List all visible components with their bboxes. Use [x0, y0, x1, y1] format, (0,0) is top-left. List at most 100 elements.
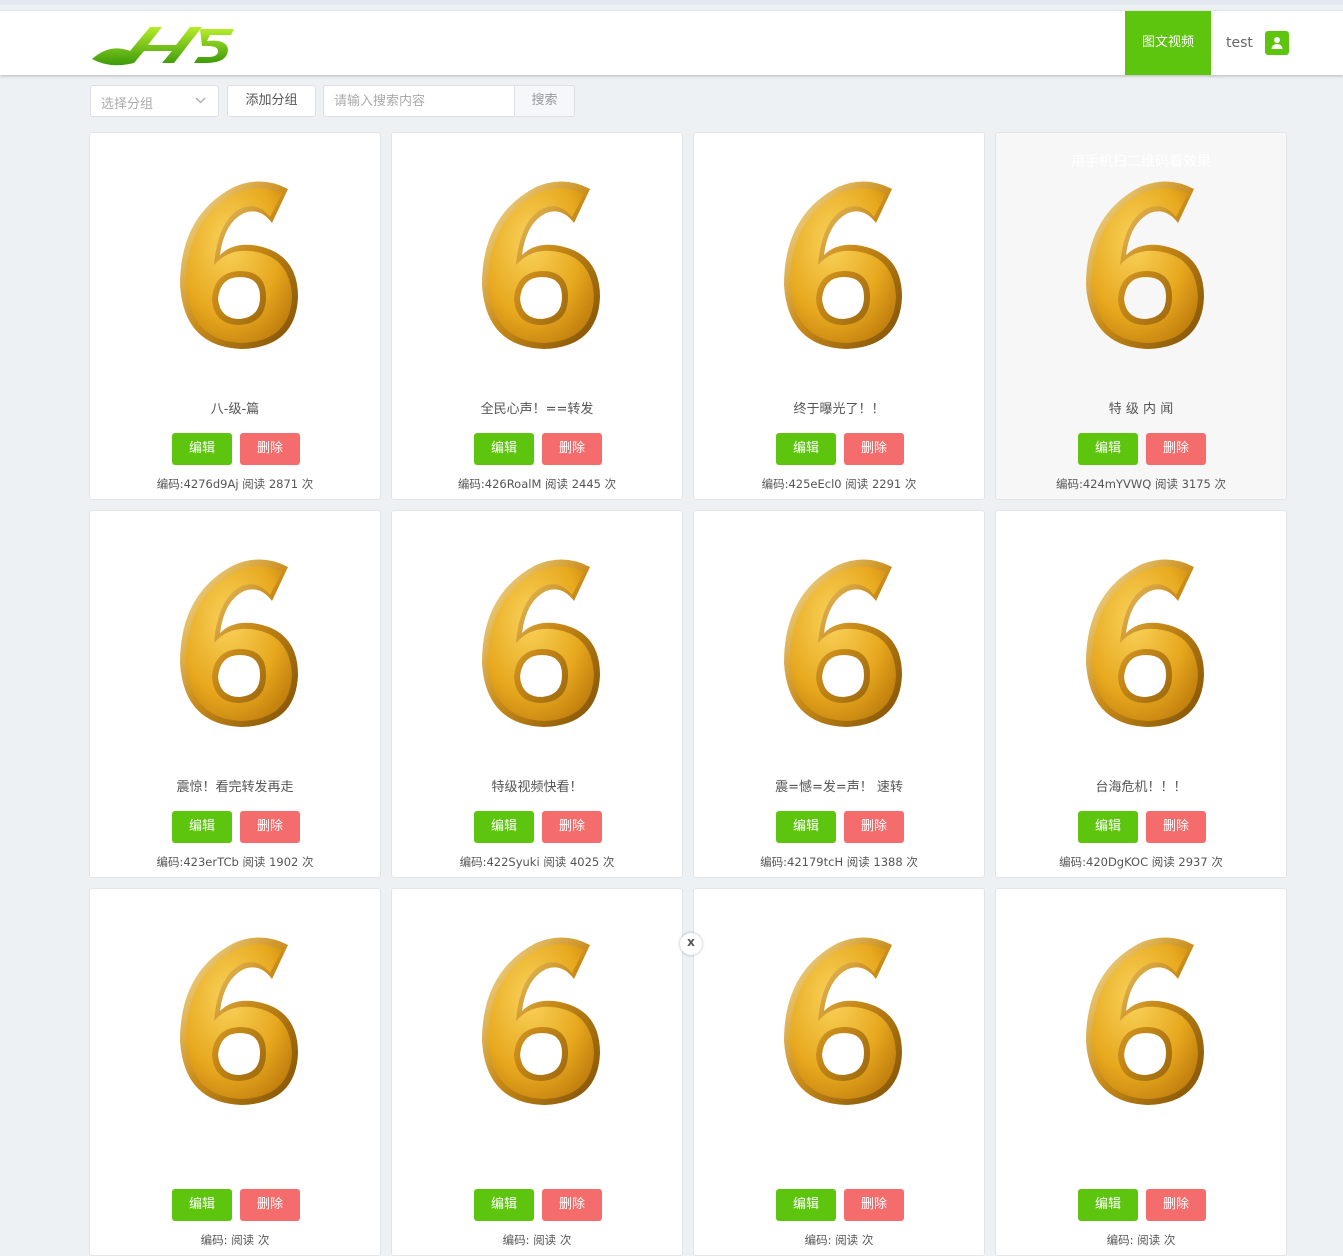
card-meta: 编码: 阅读 次	[392, 1232, 682, 1248]
group-select[interactable]: 选择分组	[90, 85, 219, 117]
read-prefix: 阅读	[846, 855, 870, 869]
delete-button[interactable]: 删除	[240, 811, 300, 843]
edit-button[interactable]: 编辑	[1078, 433, 1138, 465]
code-prefix: 编码:	[761, 477, 789, 491]
read-count: 2445	[571, 477, 601, 491]
delete-button[interactable]: 删除	[844, 1189, 904, 1221]
thumbnail-image[interactable]	[176, 555, 306, 731]
read-suffix: 次	[602, 855, 615, 869]
search-button[interactable]: 搜索	[514, 85, 575, 117]
delete-button[interactable]: 删除	[542, 433, 602, 465]
edit-button[interactable]: 编辑	[776, 811, 836, 843]
delete-button[interactable]: 删除	[240, 433, 300, 465]
h5-logo[interactable]	[90, 21, 236, 67]
thumbnail-image[interactable]	[1082, 177, 1212, 353]
read-suffix: 次	[1211, 855, 1223, 869]
card[interactable]: 终于曝光了！！ 编辑 删除 编码:425eEcl0 阅读 2291 次	[693, 132, 985, 500]
code-prefix: 编码:	[804, 1233, 832, 1247]
thumbnail-image[interactable]	[478, 177, 608, 353]
card-meta: 编码: 阅读 次	[996, 1232, 1286, 1248]
thumbnail-image[interactable]	[1082, 555, 1212, 731]
read-count: 1388	[873, 855, 903, 869]
card[interactable]: 台海危机！！！ 编辑 删除 编码:420DgKOC 阅读 2937 次	[995, 510, 1287, 878]
edit-button[interactable]: 编辑	[776, 433, 836, 465]
edit-button[interactable]: 编辑	[1078, 1189, 1138, 1221]
thumbnail-image[interactable]	[780, 555, 910, 731]
delete-button[interactable]: 删除	[1146, 433, 1206, 465]
delete-button[interactable]: 删除	[1146, 811, 1206, 843]
card[interactable]: 编辑 删除编码: 阅读 次	[391, 888, 683, 1256]
card-title: 特 级 内 闻	[1108, 402, 1174, 417]
read-suffix: 次	[904, 477, 917, 491]
add-group-button[interactable]: 添加分组	[227, 85, 316, 117]
read-prefix: 阅读	[835, 1233, 859, 1247]
top-strip	[0, 0, 1343, 5]
code-value: 426RoalM	[484, 477, 542, 491]
thumbnail-image[interactable]	[176, 177, 306, 353]
read-prefix: 阅读	[242, 477, 266, 491]
delete-button[interactable]: 删除	[844, 811, 904, 843]
card-meta: 编码:4276d9Aj 阅读 2871 次	[90, 476, 380, 492]
read-prefix: 阅读	[1137, 1233, 1161, 1247]
code-prefix: 编码:	[760, 855, 788, 869]
card[interactable]: 编辑 删除编码: 阅读 次	[995, 888, 1287, 1256]
edit-button[interactable]: 编辑	[1078, 811, 1138, 843]
delete-button[interactable]: 删除	[844, 433, 904, 465]
group-select-placeholder: 选择分组	[101, 97, 154, 112]
thumbnail-image[interactable]	[780, 933, 910, 1109]
read-suffix: 次	[1163, 1233, 1176, 1247]
read-count: 4025	[569, 855, 600, 869]
nav-tab-graphic-video[interactable]: 图文视频	[1125, 11, 1211, 75]
edit-button[interactable]: 编辑	[474, 433, 534, 465]
card-meta: 编码:42179tcH 阅读 1388 次	[694, 854, 984, 870]
code-prefix: 编码:	[1059, 855, 1086, 869]
card[interactable]: 八-级-篇 编辑 删除 编码:4276d9Aj 阅读 2871 次	[89, 132, 381, 500]
delete-button[interactable]: 删除	[240, 1189, 300, 1221]
card[interactable]: 用手机扫二维码看效果特 级 内 闻编辑 删除编码:424mYVWQ 阅读 3175…	[995, 132, 1287, 500]
read-suffix: 次	[604, 477, 617, 491]
edit-button[interactable]: 编辑	[172, 1189, 232, 1221]
edit-button[interactable]: 编辑	[474, 1189, 534, 1221]
card[interactable]: 震惊！看完转发再走 编辑 删除 编码:423erTCb 阅读 1902 次	[89, 510, 381, 878]
read-count: 1902	[269, 855, 299, 869]
thumbnail-image[interactable]	[1082, 933, 1212, 1109]
card-title: 特级视频快看！	[491, 780, 583, 795]
edit-button[interactable]: 编辑	[776, 1189, 836, 1221]
code-prefix: 编码:	[156, 855, 184, 869]
thumbnail-image[interactable]	[176, 933, 306, 1109]
read-count: 2291	[871, 477, 902, 491]
delete-button[interactable]: 删除	[542, 1189, 602, 1221]
edit-button[interactable]: 编辑	[474, 811, 534, 843]
delete-button[interactable]: 删除	[542, 811, 602, 843]
search-input[interactable]	[323, 85, 524, 117]
card[interactable]: 编辑 删除 编码: 阅读 次	[89, 888, 381, 1256]
edit-button[interactable]: 编辑	[172, 433, 232, 465]
read-count: 2937	[1178, 855, 1208, 869]
qr-hint: 用手机扫二维码看效果	[1071, 154, 1211, 170]
thumbnail-image[interactable]	[478, 555, 608, 731]
code-prefix: 编码:	[457, 477, 485, 491]
delete-button[interactable]: 删除	[1146, 1189, 1206, 1221]
code-prefix: 编码:	[1055, 477, 1083, 491]
user-icon[interactable]	[1265, 31, 1289, 55]
thumbnail-image[interactable]	[780, 177, 910, 353]
read-prefix: 阅读	[231, 1233, 255, 1247]
card-meta: 编码:424mYVWQ 阅读 3175 次	[996, 476, 1286, 492]
card[interactable]: 震=憾=发=声！ 速转 编辑 删除 编码:42179tcH 阅读 1388 次	[693, 510, 985, 878]
read-prefix: 阅读	[1151, 855, 1175, 869]
thumbnail-image[interactable]	[478, 933, 608, 1109]
code-prefix: 编码:	[156, 477, 184, 491]
read-suffix: 次	[861, 1233, 874, 1247]
card[interactable]: 编辑 删除 编码: 阅读 次	[693, 888, 985, 1256]
username[interactable]: test	[1226, 11, 1253, 75]
edit-button[interactable]: 编辑	[172, 811, 232, 843]
read-prefix: 阅读	[533, 1233, 557, 1247]
code-value: 42179tcH	[787, 855, 844, 869]
card-title: 震惊！看完转发再走	[176, 780, 294, 795]
card[interactable]: 特级视频快看！ 编辑 删除 编码:422Syuki 阅读 4025 次	[391, 510, 683, 878]
read-prefix: 阅读	[543, 855, 567, 869]
read-suffix: 次	[559, 1233, 572, 1247]
read-suffix: 次	[302, 855, 314, 869]
card[interactable]: 全民心声！==转发 编辑 删除 编码:426RoalM 阅读 2445 次	[391, 132, 683, 500]
close-icon[interactable]: x	[680, 933, 702, 955]
